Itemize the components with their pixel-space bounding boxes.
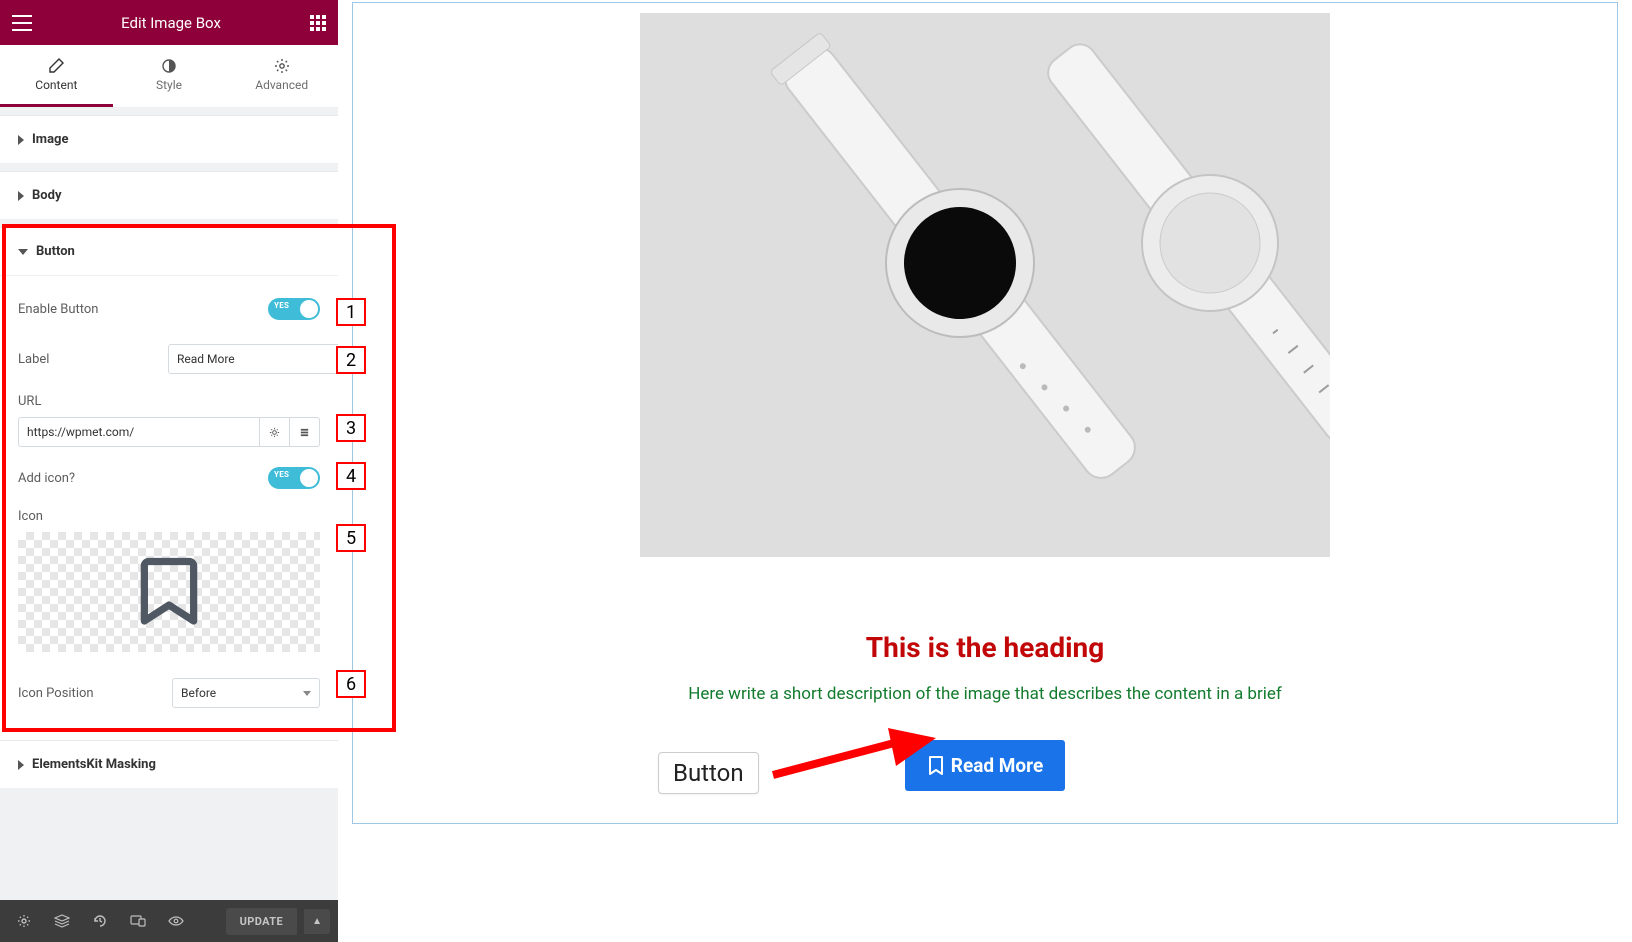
toggle-on-text: YES (274, 470, 289, 479)
menu-icon[interactable] (12, 15, 32, 31)
tab-content-label: Content (35, 78, 77, 92)
accordion-list: Image Body Button Enable Button YES Labe… (0, 107, 338, 900)
icon-picker[interactable] (18, 532, 320, 652)
row-enable-button: Enable Button YES (18, 286, 320, 332)
chevron-down-icon (303, 691, 311, 696)
history-icon[interactable] (84, 905, 116, 937)
navigator-icon[interactable] (46, 905, 78, 937)
toggle-on-text: YES (274, 301, 289, 310)
enable-button-toggle[interactable]: YES (268, 298, 320, 320)
row-label: Label (18, 332, 320, 386)
tab-style[interactable]: Style (113, 45, 226, 107)
accordion-button-label: Button (36, 244, 75, 259)
accordion-body-label: Body (32, 188, 62, 203)
accordion-image[interactable]: Image (0, 115, 338, 163)
caret-right-icon (18, 135, 24, 145)
responsive-icon[interactable] (122, 905, 154, 937)
pencil-icon (48, 58, 64, 74)
row-add-icon: Add icon? YES (18, 455, 320, 501)
contrast-icon (161, 58, 177, 74)
add-icon-toggle[interactable]: YES (268, 467, 320, 489)
caret-right-icon (18, 191, 24, 201)
tab-advanced-label: Advanced (255, 78, 308, 92)
update-options-button[interactable]: ▲ (304, 909, 330, 934)
tabs: Content Style Advanced (0, 45, 338, 107)
add-icon-label: Add icon? (18, 471, 75, 486)
panel-title: Edit Image Box (121, 14, 221, 32)
description: Here write a short description of the im… (688, 684, 1282, 704)
panel-footer: UPDATE ▲ (0, 900, 338, 942)
accordion-body[interactable]: Body (0, 171, 338, 219)
update-button[interactable]: UPDATE (226, 908, 298, 935)
url-field-label: URL (18, 394, 320, 409)
label-field-label: Label (18, 352, 49, 367)
icon-field-label: Icon (18, 509, 320, 524)
toggle-knob (300, 469, 318, 487)
accordion-masking-label: ElementsKit Masking (32, 757, 156, 772)
bookmark-icon (140, 555, 198, 629)
widgets-icon[interactable] (310, 15, 326, 31)
enable-button-label: Enable Button (18, 302, 98, 317)
callout-button: Button (658, 752, 759, 794)
label-input[interactable] (168, 344, 338, 374)
read-more-button[interactable]: Read More (905, 740, 1065, 791)
accordion-image-label: Image (32, 132, 68, 147)
editor-panel: Edit Image Box Content Style Advanced Im… (0, 0, 338, 942)
icon-position-select[interactable]: Before (172, 678, 320, 708)
settings-icon[interactable] (8, 905, 40, 937)
tab-style-label: Style (156, 78, 182, 92)
panel-header: Edit Image Box (0, 0, 338, 45)
caret-right-icon (18, 760, 24, 770)
toggle-knob (300, 300, 318, 318)
gear-icon (274, 58, 290, 74)
icon-position-label: Icon Position (18, 686, 94, 701)
bookmark-icon (927, 755, 945, 777)
row-icon: Icon (18, 501, 320, 660)
button-settings: Enable Button YES Label URL (0, 275, 338, 740)
tab-content[interactable]: Content (0, 45, 113, 107)
canvas: This is the heading Here write a short d… (338, 0, 1632, 942)
preview-icon[interactable] (160, 905, 192, 937)
url-settings-icon[interactable] (260, 417, 290, 447)
section[interactable]: This is the heading Here write a short d… (352, 2, 1618, 824)
accordion-elementskit-masking[interactable]: ElementsKit Masking (0, 740, 338, 788)
row-icon-position: Icon Position Before (18, 660, 320, 720)
tab-advanced[interactable]: Advanced (225, 45, 338, 107)
caret-down-icon (18, 249, 28, 255)
watch-illustration (640, 13, 1330, 557)
row-url: URL (18, 386, 320, 455)
accordion-button[interactable]: Button (0, 227, 338, 275)
image-box-widget[interactable]: This is the heading Here write a short d… (640, 9, 1330, 791)
read-more-label: Read More (951, 754, 1043, 777)
hero-image (640, 13, 1330, 557)
heading: This is the heading (866, 631, 1104, 664)
icon-position-value: Before (181, 686, 216, 700)
url-input[interactable] (18, 417, 260, 447)
url-dynamic-icon[interactable] (290, 417, 320, 447)
